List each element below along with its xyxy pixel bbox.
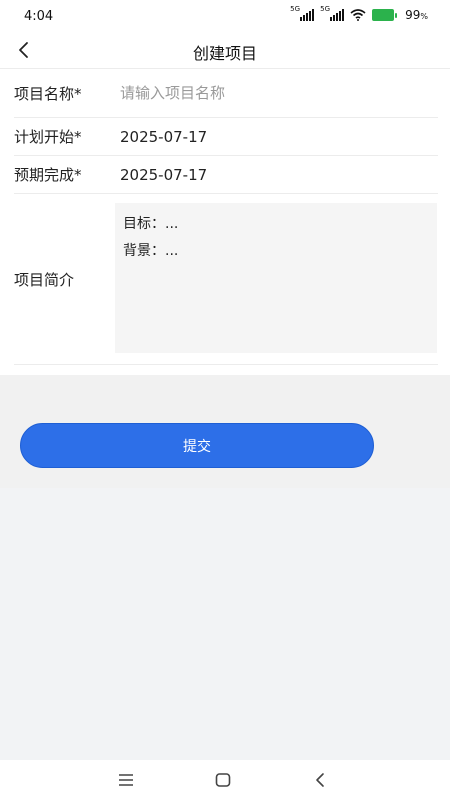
project-intro-label: 项目简介 — [14, 271, 75, 289]
status-time: 4:04 — [24, 9, 54, 24]
wifi-icon — [350, 9, 366, 21]
project-form: 项目名称* 计划开始* 2025-07-17 预期完成* 2025-07-17 … — [0, 69, 450, 375]
project-name-row: 项目名称* — [14, 69, 438, 118]
project-name-input[interactable] — [120, 84, 420, 102]
battery-level: 99 — [405, 8, 421, 22]
project-name-label: 项目名称* — [14, 84, 82, 103]
cell-signal-icon: 5G — [290, 5, 315, 21]
app-header: 创建项目 — [0, 34, 450, 69]
page-title: 创建项目 — [192, 44, 257, 63]
battery-unit: % — [420, 12, 428, 21]
project-intro-textarea[interactable]: 目标：... 背景：... — [115, 203, 437, 353]
end-date-value[interactable]: 2025-07-17 — [120, 166, 207, 184]
cell-signal-icon-2: 5G — [320, 5, 345, 21]
status-icons: 5G 5G 99% — [290, 5, 428, 22]
intro-line-goal: 目标：... — [123, 216, 179, 232]
home-icon[interactable] — [214, 771, 232, 789]
status-bar: 4:04 5G 5G 99% — [0, 0, 450, 34]
divider — [14, 364, 438, 365]
end-date-row[interactable]: 预期完成* 2025-07-17 — [14, 156, 438, 194]
empty-area — [0, 488, 450, 760]
system-nav-bar — [0, 760, 450, 800]
button-area: 提交 — [0, 375, 450, 488]
start-date-label: 计划开始* — [14, 128, 82, 146]
battery-icon — [372, 9, 398, 21]
back-icon[interactable] — [312, 771, 330, 789]
intro-line-background: 背景：... — [123, 243, 179, 259]
start-date-value[interactable]: 2025-07-17 — [120, 128, 207, 146]
end-date-label: 预期完成* — [14, 166, 82, 184]
submit-button[interactable]: 提交 — [20, 423, 374, 468]
start-date-row[interactable]: 计划开始* 2025-07-17 — [14, 118, 438, 156]
menu-icon[interactable] — [117, 771, 135, 789]
